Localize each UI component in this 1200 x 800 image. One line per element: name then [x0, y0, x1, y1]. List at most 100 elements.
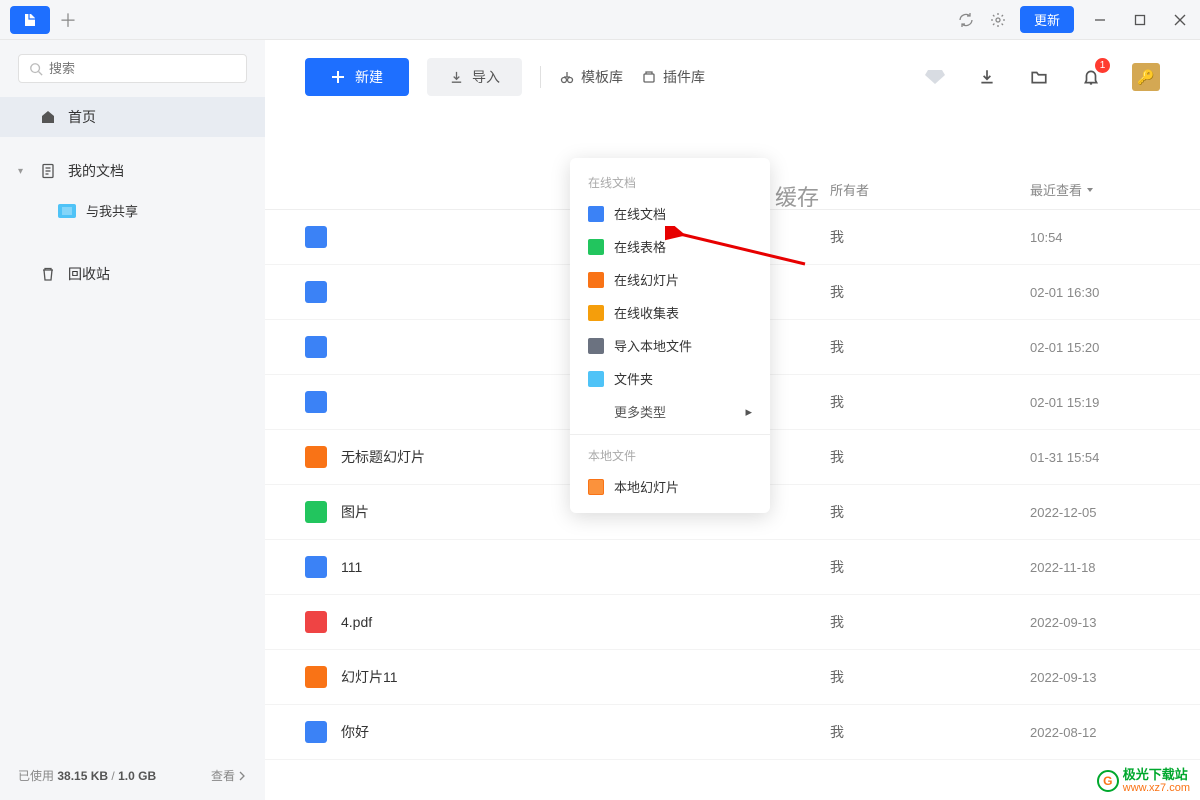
- col-owner-header[interactable]: 所有者: [830, 180, 1030, 199]
- file-type-icon: [305, 556, 327, 578]
- dropdown-section-local: 本地文件: [570, 441, 770, 470]
- file-row[interactable]: 111 我 2022-11-18: [265, 540, 1200, 595]
- file-row[interactable]: 幻灯片11 我 2022-09-13: [265, 650, 1200, 705]
- file-owner: 我: [830, 392, 1030, 412]
- file-owner: 我: [830, 557, 1030, 577]
- dd-item-icon: [588, 272, 604, 288]
- file-type-icon: [305, 721, 327, 743]
- sidebar: 首页 我的文档 与我共享 回收站 已使用 38.15 KB / 1.0 GB 查…: [0, 40, 265, 800]
- file-owner: 我: [830, 722, 1030, 742]
- plugins-link[interactable]: 插件库: [641, 67, 705, 87]
- sidebar-item-mydocs[interactable]: 我的文档: [0, 151, 265, 191]
- storage-view-link[interactable]: 查看: [211, 767, 247, 784]
- file-owner: 我: [830, 667, 1030, 687]
- sidebar-item-label: 首页: [68, 107, 96, 127]
- file-time: 2022-09-13: [1030, 670, 1160, 685]
- dropdown-item-online-4[interactable]: 导入本地文件: [570, 329, 770, 362]
- templates-link[interactable]: 模板库: [559, 67, 623, 87]
- dd-item-icon: [588, 479, 604, 495]
- file-owner: 我: [830, 447, 1030, 467]
- storage-used: 38.15 KB: [57, 769, 108, 783]
- file-name: 幻灯片11: [341, 667, 398, 687]
- storage-total: 1.0 GB: [118, 769, 156, 783]
- dropdown-section-online: 在线文档: [570, 168, 770, 197]
- dropdown-more-types[interactable]: 更多类型 ▸: [570, 395, 770, 428]
- sidebar-item-trash[interactable]: 回收站: [0, 254, 265, 294]
- notification-badge: 1: [1095, 58, 1110, 73]
- dd-item-icon: [588, 305, 604, 321]
- file-time: 02-01 15:20: [1030, 340, 1160, 355]
- file-time: 02-01 15:19: [1030, 395, 1160, 410]
- document-icon: [38, 163, 58, 179]
- dropdown-item-local-0[interactable]: 本地幻灯片: [570, 470, 770, 503]
- update-button[interactable]: 更新: [1020, 6, 1074, 33]
- close-button[interactable]: [1160, 0, 1200, 40]
- file-time: 2022-11-18: [1030, 560, 1160, 575]
- file-type-icon: [305, 501, 327, 523]
- new-dropdown: 在线文档 在线文档在线表格在线幻灯片在线收集表导入本地文件文件夹 更多类型 ▸ …: [570, 158, 770, 513]
- dropdown-item-online-1[interactable]: 在线表格: [570, 230, 770, 263]
- file-type-icon: [305, 391, 327, 413]
- dropdown-item-online-5[interactable]: 文件夹: [570, 362, 770, 395]
- new-button[interactable]: 新建: [305, 58, 409, 96]
- file-owner: 我: [830, 502, 1030, 522]
- faded-header-text: 缓存: [775, 180, 819, 212]
- download-icon[interactable]: [970, 60, 1004, 94]
- search-field[interactable]: [49, 61, 236, 76]
- main-toolbar: 新建 导入 模板库 插件库: [265, 40, 1200, 110]
- notification-icon[interactable]: 1: [1074, 60, 1108, 94]
- maximize-button[interactable]: [1120, 0, 1160, 40]
- file-name: 无标题幻灯片: [341, 447, 425, 467]
- dd-item-label: 文件夹: [614, 369, 653, 388]
- file-owner: 我: [830, 612, 1030, 632]
- folder-open-icon[interactable]: [1022, 60, 1056, 94]
- dd-item-label: 在线文档: [614, 204, 666, 223]
- settings-icon[interactable]: [982, 4, 1014, 36]
- file-owner: 我: [830, 282, 1030, 302]
- file-time: 02-01 16:30: [1030, 285, 1160, 300]
- diamond-icon[interactable]: [918, 60, 952, 94]
- avatar[interactable]: 🔑: [1132, 63, 1160, 91]
- sidebar-item-label: 与我共享: [86, 201, 138, 220]
- watermark: G 极光下载站 www.xz7.com: [1097, 768, 1190, 794]
- dd-item-icon: [588, 371, 604, 387]
- dropdown-item-online-2[interactable]: 在线幻灯片: [570, 263, 770, 296]
- dd-item-icon: [588, 239, 604, 255]
- file-name: 图片: [341, 502, 369, 522]
- sidebar-item-shared[interactable]: 与我共享: [0, 191, 265, 230]
- import-button[interactable]: 导入: [427, 58, 522, 96]
- toolbar-divider: [540, 66, 541, 88]
- storage-info: 已使用 38.15 KB / 1.0 GB 查看: [18, 767, 247, 784]
- file-time: 10:54: [1030, 230, 1160, 245]
- file-type-icon: [305, 281, 327, 303]
- dd-item-label: 在线收集表: [614, 303, 679, 322]
- search-input[interactable]: [18, 54, 247, 83]
- file-time: 2022-08-12: [1030, 725, 1160, 740]
- col-time-header[interactable]: 最近查看: [1030, 180, 1160, 199]
- dd-item-label: 在线表格: [614, 237, 666, 256]
- file-row[interactable]: 你好 我 2022-08-12: [265, 705, 1200, 760]
- dropdown-divider: [570, 434, 770, 435]
- file-row[interactable]: 4.pdf 我 2022-09-13: [265, 595, 1200, 650]
- sidebar-item-home[interactable]: 首页: [0, 97, 265, 137]
- file-owner: 我: [830, 337, 1030, 357]
- storage-label: 已使用: [18, 767, 54, 784]
- file-name: 111: [341, 559, 362, 575]
- sync-icon[interactable]: [950, 4, 982, 36]
- new-tab-button[interactable]: ＋: [54, 6, 82, 34]
- file-type-icon: [305, 666, 327, 688]
- file-name: 4.pdf: [341, 614, 372, 630]
- chevron-right-icon: ▸: [745, 404, 752, 420]
- minimize-button[interactable]: [1080, 0, 1120, 40]
- file-type-icon: [305, 226, 327, 248]
- file-type-icon: [305, 611, 327, 633]
- trash-icon: [38, 266, 58, 282]
- dropdown-item-online-3[interactable]: 在线收集表: [570, 296, 770, 329]
- dd-item-label: 在线幻灯片: [614, 270, 679, 289]
- dropdown-item-online-0[interactable]: 在线文档: [570, 197, 770, 230]
- file-name: 你好: [341, 722, 369, 742]
- app-logo-tab[interactable]: [10, 6, 50, 34]
- titlebar: ＋ 更新: [0, 0, 1200, 40]
- file-owner: 我: [830, 227, 1030, 247]
- file-time: 2022-12-05: [1030, 505, 1160, 520]
